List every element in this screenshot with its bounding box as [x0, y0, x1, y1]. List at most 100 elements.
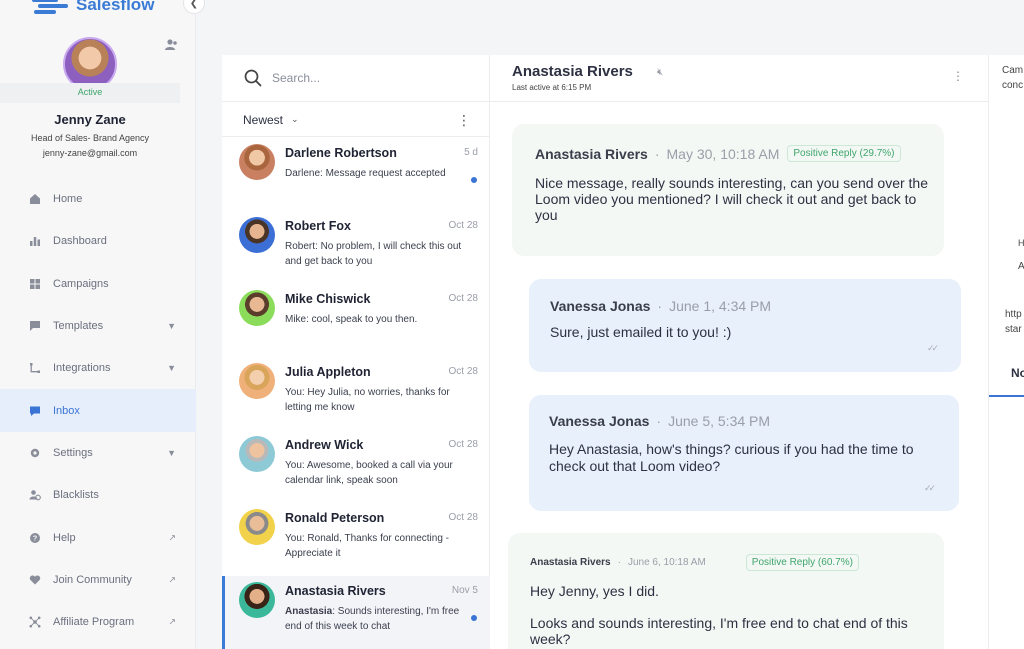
sidebar-item-label: Dashboard — [53, 235, 107, 248]
chevron-down-icon: ⌄ — [291, 114, 299, 124]
salesflow-logo-icon — [32, 0, 70, 16]
conversation-name: Mike Chiswick — [285, 292, 371, 306]
conversation-item[interactable]: Darlene Robertson 5 d Darlene: Message r… — [222, 138, 490, 211]
last-active-text: Last active at 6:15 PM — [512, 83, 592, 92]
conversation-time: 5 d — [464, 147, 478, 158]
conversation-preview: Darlene: Message request accepted — [285, 168, 446, 179]
network-icon — [29, 616, 41, 628]
message-header: Vanessa Jonas · June 1, 4:34 PM — [550, 298, 771, 314]
conversation-name: Darlene Robertson — [285, 146, 397, 160]
search-bar — [222, 55, 490, 102]
search-input[interactable] — [272, 71, 472, 85]
conversation-time: Oct 28 — [448, 366, 478, 377]
avatar — [239, 290, 275, 326]
app-logo[interactable]: Salesflow — [32, 0, 154, 16]
sidebar-item-dashboard[interactable]: Dashboard — [0, 220, 196, 262]
message-text: Hey Anastasia, how's things? curious if … — [549, 441, 914, 474]
sentiment-tag: Positive Reply (60.7%) — [745, 554, 859, 571]
conversation-name: Andrew Wick — [285, 438, 364, 452]
sidebar-item-settings[interactable]: Settings ▼ — [0, 432, 196, 474]
sidebar-item-join-community[interactable]: Join Community ↗ — [0, 559, 196, 601]
active-tab-indicator — [989, 395, 1024, 397]
chevron-down-icon[interactable]: ▼ — [167, 363, 176, 373]
message-sender: Anastasia Rivers — [530, 557, 611, 568]
conversation-name: Julia Appleton — [285, 365, 371, 379]
read-receipt-icon: ✓✓ — [927, 343, 939, 353]
sidebar-item-blacklists[interactable]: Blacklists — [0, 474, 196, 516]
separator-dot: · — [654, 145, 660, 162]
status-badge: Active — [77, 87, 103, 97]
avatar — [239, 144, 275, 180]
unread-indicator — [471, 177, 477, 183]
contact-details-panel: Cam conc H A http star No — [988, 55, 1024, 649]
more-options-icon[interactable]: ⋮ — [952, 69, 964, 83]
message-time: May 30, 10:18 AM — [666, 145, 780, 162]
conversation-preview: Anastasia: Sounds interesting, I'm free … — [285, 604, 465, 634]
gear-icon — [30, 448, 40, 458]
conversation-preview: You: Hey Julia, no worries, thanks for l… — [285, 387, 450, 413]
message-text: Nice message, really sounds interesting,… — [535, 175, 928, 223]
incoming-message: Anastasia Rivers · June 6, 10:18 AM Posi… — [508, 533, 944, 649]
incoming-message: Anastasia Rivers · May 30, 10:18 AM Posi… — [512, 124, 944, 256]
heart-icon — [29, 575, 41, 585]
sidebar-item-help[interactable]: ? Help ↗ — [0, 516, 196, 558]
sidebar: Salesflow Active Jenny Zane Head of Sale… — [0, 0, 196, 649]
svg-text:?: ? — [33, 533, 38, 542]
chevron-down-icon[interactable]: ▼ — [167, 321, 176, 331]
message-time: June 6, 10:18 AM — [627, 557, 706, 568]
sidebar-item-home[interactable]: Home — [0, 178, 196, 220]
conversation-item[interactable]: Robert Fox Oct 28 Robert: No problem, I … — [222, 211, 490, 284]
integration-icon — [30, 363, 40, 374]
external-link-icon[interactable]: ↗ — [168, 532, 176, 543]
sidebar-item-label: Join Community — [53, 573, 132, 586]
sidebar-item-affiliate-program[interactable]: Affiliate Program ↗ — [0, 601, 196, 643]
user-email: jenny-zane@gmail.com — [42, 148, 138, 158]
message-time: June 5, 5:34 PM — [668, 413, 771, 429]
mute-icon[interactable]: 🔇︎ — [657, 67, 663, 78]
unread-indicator — [471, 615, 477, 621]
preview-sender: Anastasia — [285, 606, 333, 617]
external-link-icon[interactable]: ↗ — [168, 617, 176, 628]
separator-dot: · — [657, 298, 663, 314]
external-link-icon[interactable]: ↗ — [168, 574, 176, 585]
app-name: Salesflow — [76, 0, 155, 14]
separator-dot: · — [656, 413, 662, 429]
separator-dot: · — [617, 557, 621, 568]
conversation-time: Oct 28 — [448, 293, 478, 304]
conversation-preview: Mike: cool, speak to you then. — [285, 314, 418, 325]
conversation-time: Oct 28 — [448, 220, 478, 231]
sort-dropdown[interactable]: Newest ⌄ ⋮ — [222, 103, 490, 137]
user-name: Jenny Zane — [54, 112, 126, 127]
conversation-preview: Robert: No problem, I will check this ou… — [285, 241, 462, 267]
message-sender: Vanessa Jonas — [549, 413, 650, 429]
chevron-down-icon[interactable]: ▼ — [167, 448, 176, 458]
conversation-list-panel: Newest ⌄ ⋮ Darlene Robertson 5 d Darlene… — [222, 55, 490, 649]
conversation-list: Darlene Robertson 5 d Darlene: Message r… — [222, 138, 490, 649]
conversation-item-selected[interactable]: Anastasia Rivers Nov 5 Anastasia: Sounds… — [222, 576, 490, 649]
message-sender: Anastasia Rivers — [535, 145, 648, 162]
sidebar-item-inbox[interactable]: Inbox — [0, 389, 196, 432]
sidebar-item-templates[interactable]: Templates ▼ — [0, 305, 196, 347]
message-header: Anastasia Rivers · June 6, 10:18 AM Posi… — [530, 554, 859, 571]
message-thread: Anastasia Rivers · May 30, 10:18 AM Posi… — [490, 102, 988, 649]
outgoing-message: Vanessa Jonas · June 5, 5:34 PM Hey Anas… — [529, 395, 959, 511]
conversation-item[interactable]: Julia Appleton Oct 28 You: Hey Julia, no… — [222, 357, 490, 430]
conversation-name: Robert Fox — [285, 219, 351, 233]
avatar — [239, 436, 275, 472]
conversation-item[interactable]: Ronald Peterson Oct 28 You: Ronald, Than… — [222, 503, 490, 576]
conversation-item[interactable]: Mike Chiswick Oct 28 Mike: cool, speak t… — [222, 284, 490, 357]
sort-label: Newest — [243, 112, 284, 127]
sidebar-item-label: Settings — [53, 446, 93, 459]
sidebar-item-campaigns[interactable]: Campaigns — [0, 263, 196, 305]
avatar — [239, 582, 275, 618]
more-options-icon[interactable]: ⋮ — [457, 112, 471, 129]
search-icon[interactable] — [244, 69, 262, 87]
conversation-preview: You: Ronald, Thanks for connecting - App… — [285, 533, 449, 559]
sidebar-item-integrations[interactable]: Integrations ▼ — [0, 347, 196, 389]
tab-notes[interactable]: No — [1011, 366, 1024, 380]
conversation-item[interactable]: Andrew Wick Oct 28 You: Awesome, booked … — [222, 430, 490, 503]
switch-user-icon[interactable] — [164, 38, 178, 52]
message-header: Anastasia Rivers · May 30, 10:18 AM Posi… — [535, 145, 901, 162]
sidebar-item-label: Home — [53, 193, 83, 206]
sidebar-item-label: Inbox — [53, 404, 80, 417]
